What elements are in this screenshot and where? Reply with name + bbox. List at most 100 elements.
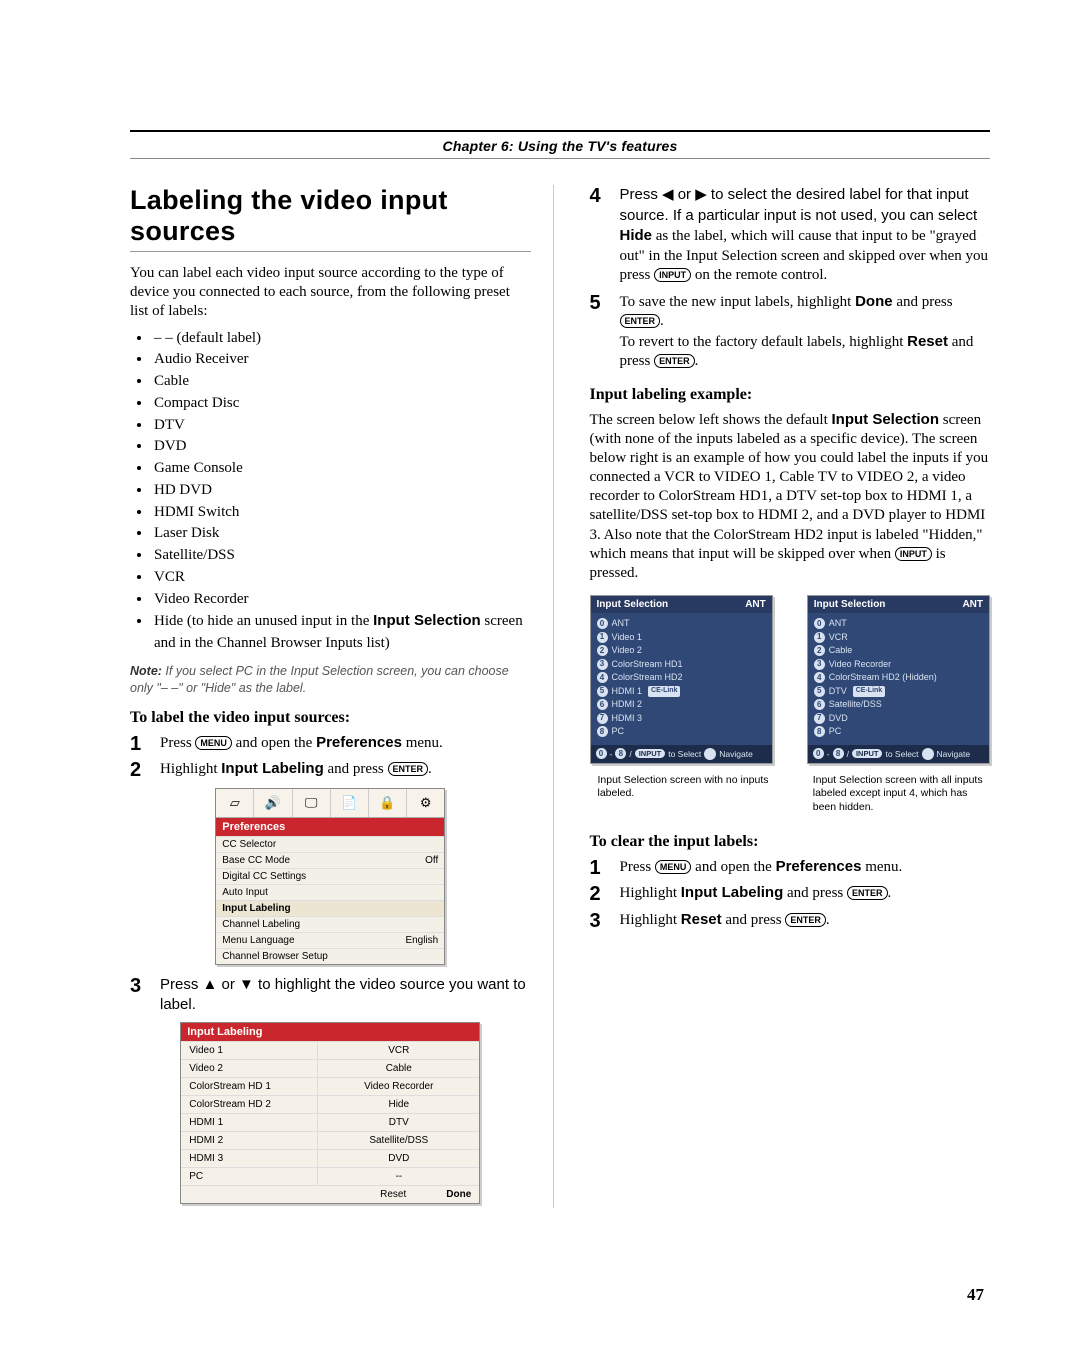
il-right: -- bbox=[318, 1168, 479, 1185]
slash: / bbox=[847, 749, 849, 759]
num-icon: 1 bbox=[597, 632, 608, 643]
text: and press bbox=[783, 885, 847, 901]
list-item: DVD bbox=[152, 436, 531, 458]
text: Highlight bbox=[160, 761, 221, 777]
step-3: Press ▲ or ▼ to highlight the video sour… bbox=[130, 975, 531, 1016]
input-selection-screenshot-left: Input SelectionANT 0ANT 1Video 1 2Video … bbox=[590, 595, 773, 764]
list-item: Video Recorder bbox=[152, 589, 531, 611]
input-labeling-screenshot: Input Labeling Video 1VCR Video 2Cable C… bbox=[180, 1022, 480, 1204]
text: . bbox=[660, 313, 664, 329]
input-key-icon: INPUT bbox=[895, 547, 932, 561]
text: to Select bbox=[885, 749, 918, 759]
tab-icon: 📄 bbox=[331, 789, 369, 817]
label: Input Labeling bbox=[222, 903, 290, 914]
item: Video Recorder bbox=[829, 658, 891, 672]
text: . bbox=[826, 912, 830, 928]
step-1: Press MENU and open the Preferences menu… bbox=[590, 857, 991, 878]
text: Press ▲ or ▼ to highlight the video sour… bbox=[160, 976, 526, 1014]
text: Press ◀ or ▶ to select the desired label… bbox=[620, 186, 978, 224]
il-right: Satellite/DSS bbox=[318, 1132, 479, 1149]
prefs-row: Base CC ModeOff bbox=[216, 852, 444, 868]
bold: Preferences bbox=[316, 734, 402, 751]
panel-footer: 0 - 8 / INPUT to Select Navigate bbox=[808, 745, 989, 763]
dpad-icon bbox=[922, 748, 934, 760]
num-icon: 0 bbox=[597, 618, 608, 629]
enter-key-icon: ENTER bbox=[620, 314, 661, 328]
il-right: DTV bbox=[318, 1114, 479, 1131]
list-item: Audio Receiver bbox=[152, 349, 531, 371]
bold: Reset bbox=[681, 911, 722, 928]
step-3: Highlight Reset and press ENTER. bbox=[590, 910, 991, 931]
text: Navigate bbox=[719, 749, 753, 759]
text: to Select bbox=[668, 749, 701, 759]
list-item-hide: Hide (to hide an unused input in the Inp… bbox=[152, 610, 531, 655]
ce-link-badge: CE-Link bbox=[648, 686, 680, 697]
il-right: VCR bbox=[318, 1042, 479, 1059]
num-icon: 2 bbox=[597, 645, 608, 656]
panel-title: Preferences bbox=[216, 818, 444, 836]
example-paragraph: The screen below left shows the default … bbox=[590, 410, 991, 584]
divider bbox=[130, 251, 531, 252]
prefs-row-highlight: Input Labeling bbox=[216, 900, 444, 916]
bold: Input Selection bbox=[373, 612, 481, 629]
bold: Input Selection bbox=[832, 411, 940, 428]
tab-icon: 🖵 bbox=[293, 789, 331, 817]
il-left: PC bbox=[181, 1168, 318, 1185]
num-icon: 8 bbox=[597, 726, 608, 737]
page-title: Labeling the video input sources bbox=[130, 185, 531, 247]
tab-icon: 🔒 bbox=[369, 789, 407, 817]
item: ANT bbox=[829, 617, 847, 631]
il-right: DVD bbox=[318, 1150, 479, 1167]
value: Off bbox=[425, 855, 438, 866]
input-key-icon: INPUT bbox=[654, 268, 691, 282]
il-left: Video 2 bbox=[181, 1060, 318, 1077]
caption-left: Input Selection screen with no inputs la… bbox=[590, 774, 775, 815]
text: Press bbox=[620, 859, 655, 875]
il-left: ColorStream HD 2 bbox=[181, 1096, 318, 1113]
il-right: Video Recorder bbox=[318, 1078, 479, 1095]
ce-link-badge: CE-Link bbox=[853, 686, 885, 697]
text: . bbox=[888, 885, 892, 901]
prefs-row: Auto Input bbox=[216, 884, 444, 900]
enter-key-icon: ENTER bbox=[785, 913, 826, 927]
preferences-screenshot: ▱ 🔊 🖵 📄 🔒 ⚙ Preferences CC Selector Base… bbox=[215, 788, 445, 965]
item: ANT bbox=[612, 617, 630, 631]
tab-icon: ⚙ bbox=[407, 789, 444, 817]
list-item: Satellite/DSS bbox=[152, 545, 531, 567]
subheading: To label the video input sources: bbox=[130, 709, 531, 727]
text: screen (with none of the inputs labeled … bbox=[590, 412, 989, 562]
label-text: DTV bbox=[154, 417, 185, 433]
text: The screen below left shows the default bbox=[590, 412, 832, 428]
num-icon: 0 bbox=[813, 748, 824, 759]
il-left: ColorStream HD 1 bbox=[181, 1078, 318, 1095]
num-icon: 4 bbox=[597, 672, 608, 683]
tab-icon: ▱ bbox=[216, 789, 254, 817]
panel-title: Input Labeling bbox=[181, 1023, 479, 1041]
list-item: Compact Disc bbox=[152, 393, 531, 415]
label: Channel Labeling bbox=[222, 919, 300, 930]
prefs-row: CC Selector bbox=[216, 836, 444, 852]
text: menu. bbox=[402, 735, 443, 751]
il-right: Cable bbox=[318, 1060, 479, 1077]
menu-key-icon: MENU bbox=[195, 736, 232, 750]
label-list: – – (default label) Audio Receiver Cable… bbox=[130, 328, 531, 655]
ant-label: ANT bbox=[962, 599, 983, 610]
list-item: Game Console bbox=[152, 458, 531, 480]
il-left: HDMI 1 bbox=[181, 1114, 318, 1131]
text: and press bbox=[893, 294, 953, 310]
subheading: Input labeling example: bbox=[590, 386, 991, 404]
prefs-row: Channel Labeling bbox=[216, 916, 444, 932]
list-item: Cable bbox=[152, 371, 531, 393]
item: HDMI 1 bbox=[612, 685, 643, 699]
reset-label: Reset bbox=[380, 1189, 406, 1200]
num-icon: 0 bbox=[596, 748, 607, 759]
page-number: 47 bbox=[967, 1285, 984, 1305]
label-text: Video Recorder bbox=[154, 591, 248, 607]
label: CC Selector bbox=[222, 839, 276, 850]
prefs-row: Channel Browser Setup bbox=[216, 948, 444, 964]
note-text: If you select PC in the Input Selection … bbox=[130, 664, 509, 695]
text: menu. bbox=[861, 859, 902, 875]
text: Highlight bbox=[620, 912, 681, 928]
dash: - bbox=[827, 749, 830, 759]
label-text: HDMI Switch bbox=[154, 504, 239, 520]
